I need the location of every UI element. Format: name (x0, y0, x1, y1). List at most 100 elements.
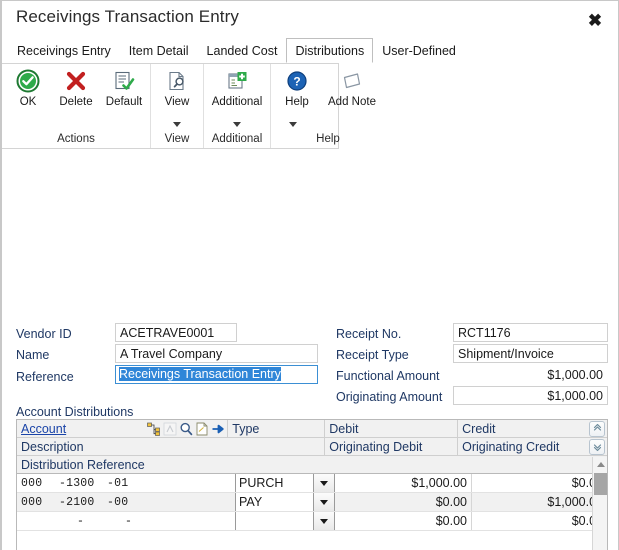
account-column-link[interactable]: Account (21, 422, 66, 436)
row-account-segment-3: - (125, 514, 133, 528)
help-dropdown-caret-icon[interactable] (289, 121, 297, 127)
default-button[interactable]: Default (100, 68, 148, 108)
view-page-magnifier-icon (165, 68, 189, 94)
grid-header-icon-group (146, 421, 225, 436)
grid-header-description: Description (17, 438, 326, 455)
delete-button[interactable]: Delete (52, 68, 100, 108)
receipt-type-field[interactable]: Shipment/Invoice (453, 344, 608, 363)
reference-field-value: Receivings Transaction Entry (119, 367, 281, 381)
row-account-segment-2: - (77, 514, 85, 528)
lookup-disabled-icon (162, 421, 177, 436)
table-row[interactable]: - - $0.00 $0.00 (17, 512, 607, 531)
row-type-cell[interactable] (235, 512, 335, 530)
grid-header-type: Type (228, 420, 326, 437)
ribbon-group-help: ? Help Add Note Help (271, 64, 385, 148)
row-account-segment-2: -1300 (59, 476, 95, 490)
tab-item-detail[interactable]: Item Detail (120, 38, 198, 63)
view-dropdown-caret-icon[interactable] (173, 121, 181, 127)
ribbon-toolbar: OK Delete Default Actions View View Addi… (2, 63, 376, 149)
tab-receivings-entry[interactable]: Receivings Entry (8, 38, 120, 63)
ribbon-group-actions-label: Actions (57, 133, 95, 145)
help-question-icon: ? (285, 68, 309, 94)
reference-field[interactable]: Receivings Transaction Entry (115, 365, 318, 384)
tab-distributions[interactable]: Distributions (286, 38, 374, 63)
table-row[interactable]: 000 -2100 -00 PAY $0.00 $1,000.00 (17, 493, 607, 512)
ok-check-icon (16, 68, 40, 94)
goto-arrow-icon[interactable] (210, 421, 225, 436)
row-debit-cell[interactable]: $1,000.00 (335, 474, 472, 492)
chevron-down-icon[interactable] (313, 493, 334, 511)
row-account-cell[interactable]: 000 -2100 -00 (17, 493, 235, 511)
delete-button-label: Delete (59, 96, 93, 108)
scrollbar-up-arrow-icon[interactable] (593, 457, 608, 472)
tab-user-defined[interactable]: User-Defined (373, 38, 465, 63)
row-debit-cell[interactable]: $0.00 (335, 493, 472, 511)
grid-header-row-1: Account Type Debit Credit (17, 420, 607, 438)
receipt-type-label: Receipt Type (336, 348, 409, 362)
ribbon-group-view: View View (151, 64, 204, 148)
row-type-cell[interactable]: PURCH (235, 474, 335, 492)
form-body: Vendor ID ACETRAVE0001 Name A Travel Com… (2, 149, 618, 550)
row-type-value (236, 512, 313, 530)
chevron-down-icon[interactable] (313, 474, 334, 492)
help-button-label: Help (285, 96, 309, 108)
ribbon-group-actions: OK Delete Default Actions (2, 64, 151, 148)
reference-label: Reference (16, 370, 74, 384)
row-account-cell[interactable]: - - (17, 512, 235, 530)
row-debit-cell[interactable]: $0.00 (335, 512, 472, 530)
grid-rows: 000 -1300 -01 PURCH $1,000.00 $0.00 000 … (17, 474, 607, 550)
page-title: Receivings Transaction Entry (16, 7, 239, 26)
name-label: Name (16, 348, 50, 362)
additional-plus-icon (225, 68, 249, 94)
grid-scrollbar[interactable] (592, 457, 607, 550)
row-type-value: PURCH (239, 476, 284, 490)
row-type-value: PAY (239, 495, 263, 509)
tab-landed-cost[interactable]: Landed Cost (198, 38, 287, 63)
receipt-no-field[interactable]: RCT1176 (453, 323, 608, 342)
ribbon-group-additional-label: Additional (211, 133, 263, 145)
vendor-id-field[interactable]: ACETRAVE0001 (115, 323, 237, 342)
close-icon[interactable]: ✖ (582, 9, 608, 31)
scroll-up-chevron-icon[interactable] (589, 420, 605, 437)
account-tree-icon[interactable] (146, 421, 161, 436)
scrollbar-thumb[interactable] (594, 473, 607, 495)
default-list-check-icon (112, 68, 136, 94)
chevron-down-icon[interactable] (313, 512, 334, 530)
grid-header-debit: Debit (325, 420, 459, 437)
account-distributions-grid: Account Type Debit Credit Description Or… (16, 419, 608, 550)
svg-text:?: ? (293, 75, 300, 89)
delete-x-icon (64, 68, 88, 94)
row-type-cell[interactable]: PAY (235, 493, 335, 511)
title-bar: Receivings Transaction Entry ✖ (2, 1, 618, 38)
originating-amount-field[interactable]: $1,000.00 (453, 386, 608, 405)
row-account-segment-3: -01 (107, 476, 129, 490)
tab-bar: Receivings Entry Item Detail Landed Cost… (2, 38, 618, 63)
ok-button[interactable]: OK (4, 68, 52, 108)
row-account-segment-3: -00 (107, 495, 129, 509)
scroll-down-chevron-icon[interactable] (589, 438, 605, 455)
default-button-label: Default (105, 96, 143, 108)
ok-button-label: OK (19, 96, 37, 108)
functional-amount-field: $1,000.00 (453, 365, 608, 384)
row-account-segment-1: 000 (21, 476, 43, 490)
row-account-segment-1: 000 (21, 495, 43, 509)
receivings-transaction-entry-window: Receivings Transaction Entry ✖ Receiving… (0, 0, 619, 550)
vendor-id-label: Vendor ID (16, 327, 72, 341)
row-credit-cell[interactable]: $0.00 (472, 474, 607, 492)
new-document-icon[interactable] (194, 421, 209, 436)
additional-button[interactable]: Additional (206, 68, 268, 108)
view-button[interactable]: View (153, 68, 201, 108)
name-field[interactable]: A Travel Company (115, 344, 318, 363)
view-button-label: View (164, 96, 190, 108)
search-magnifier-icon[interactable] (178, 421, 193, 436)
additional-dropdown-caret-icon[interactable] (233, 121, 241, 127)
row-credit-cell[interactable]: $1,000.00 (472, 493, 607, 511)
row-account-segment-2: -2100 (59, 495, 95, 509)
help-button[interactable]: ? Help (273, 68, 321, 108)
add-note-button[interactable]: Add Note (321, 68, 383, 108)
row-credit-cell[interactable]: $0.00 (472, 512, 607, 530)
table-row[interactable]: 000 -1300 -01 PURCH $1,000.00 $0.00 (17, 474, 607, 493)
originating-amount-label: Originating Amount (336, 390, 443, 404)
row-account-cell[interactable]: 000 -1300 -01 (17, 474, 235, 492)
account-distributions-label: Account Distributions (16, 405, 134, 419)
